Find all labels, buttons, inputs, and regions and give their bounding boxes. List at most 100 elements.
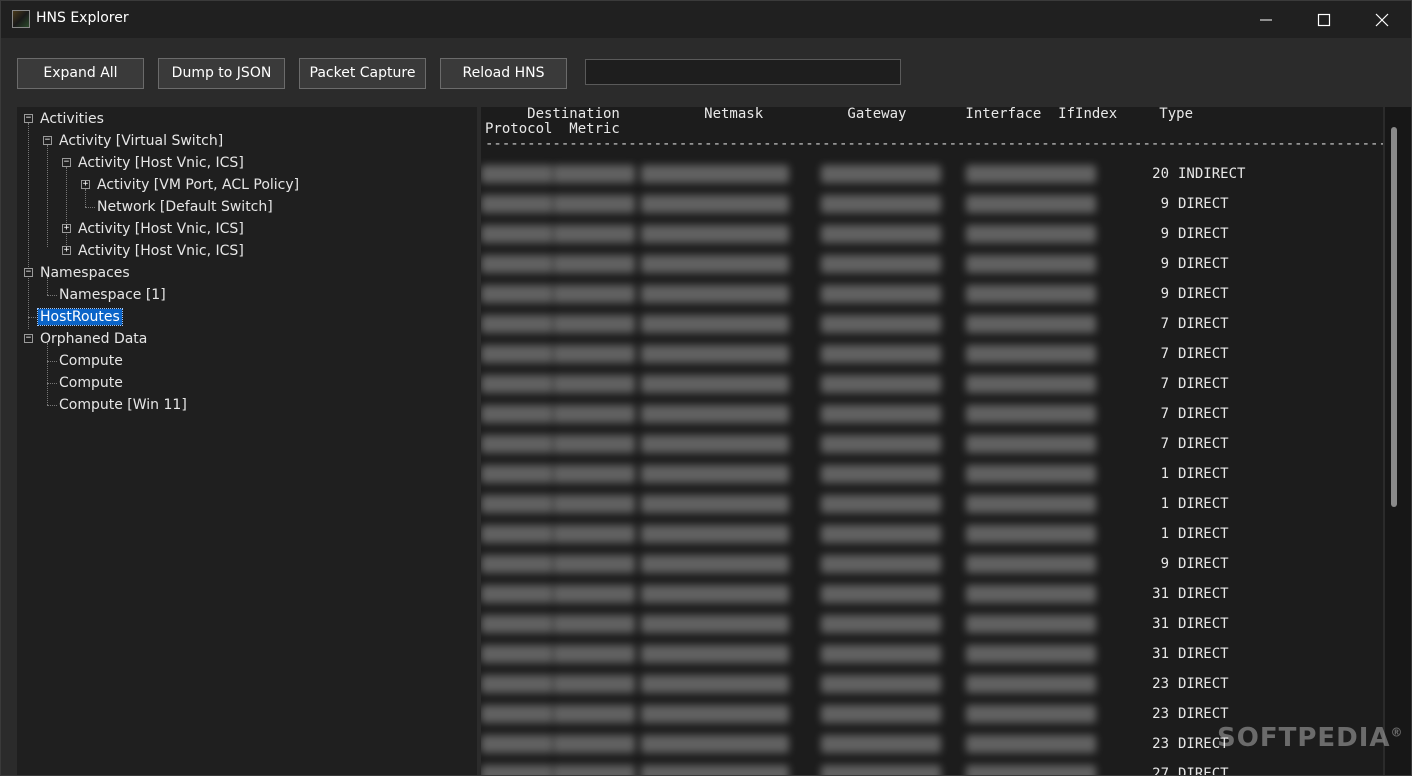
type-cell: DIRECT <box>1178 616 1229 632</box>
table-row[interactable]: 7 DIRECT <box>481 369 1381 399</box>
tree-view[interactable]: − Activities − Activity [Virtual Switch]… <box>17 107 477 775</box>
collapse-icon[interactable]: − <box>24 334 33 343</box>
tree-item-namespaces[interactable]: Namespaces <box>40 262 130 284</box>
vertical-scrollbar[interactable] <box>1385 107 1411 775</box>
tree-line <box>47 145 48 247</box>
table-row[interactable]: 1 DIRECT <box>481 489 1381 519</box>
table-row[interactable]: 31 DIRECT <box>481 579 1381 609</box>
tree-item-label: Compute <box>59 375 123 391</box>
table-row[interactable]: 9 DIRECT <box>481 189 1381 219</box>
minimize-button[interactable] <box>1237 1 1295 38</box>
redacted-cell <box>481 345 553 363</box>
type-cell: DIRECT <box>1178 286 1229 302</box>
redacted-cell <box>553 465 635 483</box>
redacted-cell <box>641 345 789 363</box>
expand-all-button[interactable]: Expand All <box>17 58 144 89</box>
tree-item-host-vnic[interactable]: Activity [Host Vnic, ICS] <box>78 152 244 174</box>
type-cell: DIRECT <box>1178 256 1229 272</box>
redacted-cell <box>966 285 1096 303</box>
collapse-icon[interactable]: − <box>24 268 33 277</box>
ifindex-cell: 9 <box>1160 256 1169 272</box>
redacted-cell <box>481 675 553 693</box>
redacted-cell <box>641 675 789 693</box>
title-bar[interactable]: HNS Explorer <box>1 1 1411 38</box>
tree-item-host-vnic[interactable]: Activity [Host Vnic, ICS] <box>78 218 244 240</box>
tree-item-vm-port[interactable]: Activity [VM Port, ACL Policy] <box>97 174 299 196</box>
maximize-button[interactable] <box>1295 1 1353 38</box>
table-row[interactable]: 9 DIRECT <box>481 249 1381 279</box>
redacted-cell <box>966 705 1096 723</box>
table-row[interactable]: 1 DIRECT <box>481 519 1381 549</box>
tree-item-compute[interactable]: Compute [Win 11] <box>59 394 187 416</box>
type-cell: DIRECT <box>1178 556 1229 572</box>
redacted-cell <box>553 285 635 303</box>
redacted-cell <box>966 405 1096 423</box>
tree-item-compute[interactable]: Compute <box>59 350 123 372</box>
type-cell: DIRECT <box>1178 766 1229 776</box>
redacted-cell <box>481 705 553 723</box>
redacted-cell <box>481 465 553 483</box>
tree-item-compute[interactable]: Compute <box>59 372 123 394</box>
tree-item-label: Activity [Host Vnic, ICS] <box>78 155 244 171</box>
type-cell: DIRECT <box>1178 676 1229 692</box>
expand-icon[interactable]: + <box>62 246 71 255</box>
redacted-cell <box>481 255 553 273</box>
close-icon <box>1375 13 1389 27</box>
scrollbar-thumb[interactable] <box>1391 127 1397 507</box>
packet-capture-button[interactable]: Packet Capture <box>299 58 426 89</box>
tree-item-orphaned-data[interactable]: Orphaned Data <box>40 328 147 350</box>
redacted-cell <box>821 555 941 573</box>
dump-to-json-button[interactable]: Dump to JSON <box>158 58 285 89</box>
redacted-cell <box>481 645 553 663</box>
tree-item-host-vnic[interactable]: Activity [Host Vnic, ICS] <box>78 240 244 262</box>
redacted-cell <box>641 225 789 243</box>
redacted-cell <box>641 735 789 753</box>
table-row[interactable]: 27 DIRECT <box>481 759 1381 776</box>
table-row[interactable]: 20 INDIRECT <box>481 159 1381 189</box>
redacted-cell <box>966 495 1096 513</box>
collapse-icon[interactable]: − <box>24 114 33 123</box>
redacted-cell <box>966 465 1096 483</box>
table-row[interactable]: 23 DIRECT <box>481 669 1381 699</box>
redacted-cell <box>553 405 635 423</box>
tree-line <box>28 317 38 318</box>
table-row[interactable]: 7 DIRECT <box>481 339 1381 369</box>
expand-icon[interactable]: + <box>81 180 90 189</box>
search-input[interactable] <box>585 59 901 85</box>
table-row[interactable]: 31 DIRECT <box>481 609 1381 639</box>
table-row[interactable]: 9 DIRECT <box>481 549 1381 579</box>
redacted-cell <box>641 555 789 573</box>
tree-item-network[interactable]: Network [Default Switch] <box>97 196 273 218</box>
table-row[interactable]: 1 DIRECT <box>481 459 1381 489</box>
ifindex-cell: 7 <box>1160 316 1169 332</box>
redacted-cell <box>821 525 941 543</box>
tree-item-namespace[interactable]: Namespace [1] <box>59 284 166 306</box>
redacted-cell <box>966 585 1096 603</box>
type-cell: DIRECT <box>1178 376 1229 392</box>
redacted-cell <box>553 555 635 573</box>
tree-item-label: Activity [VM Port, ACL Policy] <box>97 177 300 193</box>
redacted-cell <box>481 315 553 333</box>
redacted-cell <box>553 195 635 213</box>
route-table-separator: ----------------------------------------… <box>485 136 1383 152</box>
tree-item-virtual-switch[interactable]: Activity [Virtual Switch] <box>59 130 223 152</box>
app-window: HNS Explorer Expand All Dump to JSON Pac… <box>0 0 1412 776</box>
close-button[interactable] <box>1353 1 1411 38</box>
reload-hns-button[interactable]: Reload HNS <box>440 58 567 89</box>
collapse-icon[interactable]: − <box>62 158 71 167</box>
table-row[interactable]: 7 DIRECT <box>481 399 1381 429</box>
redacted-cell <box>481 375 553 393</box>
tree-item-activities[interactable]: Activities <box>40 108 104 130</box>
expand-icon[interactable]: + <box>62 224 71 233</box>
redacted-cell <box>641 765 789 775</box>
table-row[interactable]: 31 DIRECT <box>481 639 1381 669</box>
tree-item-hostroutes[interactable]: HostRoutes <box>37 306 123 328</box>
redacted-cell <box>553 645 635 663</box>
table-row[interactable]: 9 DIRECT <box>481 219 1381 249</box>
table-row[interactable]: 7 DIRECT <box>481 309 1381 339</box>
table-row[interactable]: 7 DIRECT <box>481 429 1381 459</box>
route-table-output[interactable]: Destination Netmask Gateway Interface If… <box>481 107 1383 776</box>
collapse-icon[interactable]: − <box>43 136 52 145</box>
redacted-cell <box>481 405 553 423</box>
table-row[interactable]: 9 DIRECT <box>481 279 1381 309</box>
